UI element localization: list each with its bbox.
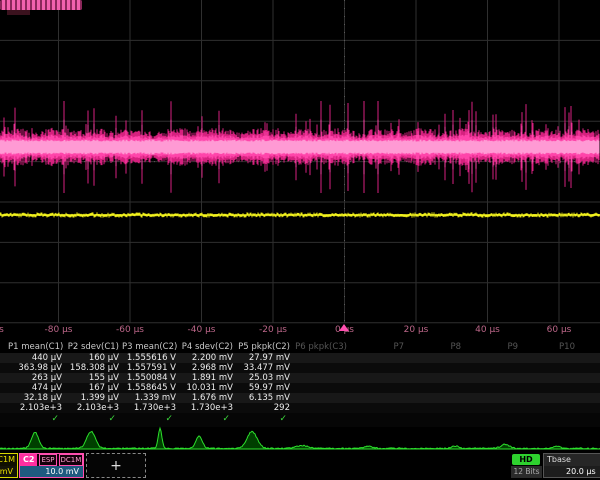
value-p4: 2.200 mV (179, 353, 236, 363)
measurement-table: P1 mean(C1) P2 sdev(C1) P3 mean(C2) P4 s… (0, 341, 600, 427)
header-p4[interactable]: P4 sdev(C2) (179, 341, 236, 353)
row-min: 263 µV 155 µV 1.550084 V 1.891 mV 25.03 … (0, 373, 600, 383)
mean-p4: 2.968 mV (179, 363, 236, 373)
channel-c2-descriptor[interactable]: C2 ESP DC1M 10.0 mV (19, 453, 84, 478)
sdev-p2: 1.399 µV (65, 393, 122, 403)
time-axis-label: 20 µs (404, 325, 429, 335)
header-p2[interactable]: P2 sdev(C1) (65, 341, 122, 353)
num-p3: 1.730e+3 (122, 403, 179, 413)
add-trace-button[interactable]: + (86, 453, 146, 478)
min-p2: 155 µV (65, 373, 122, 383)
c2-channel-chip: C2 (20, 454, 37, 466)
oscilloscope-screen: -100 µs-80 µs-60 µs-40 µs-20 µs0 µs20 µs… (0, 0, 600, 480)
c1-coupling: C1 DC1M (0, 454, 17, 466)
badge-smudge (7, 10, 30, 15)
sdev-p5: 6.135 mV (236, 393, 293, 403)
timebase-label: Tbase (544, 454, 600, 466)
header-p5[interactable]: P5 pkpk(C2) (236, 341, 293, 353)
sdev-p3: 1.339 mV (122, 393, 179, 403)
time-axis-label: -20 µs (259, 325, 287, 335)
row-max: 474 µV 167 µV 1.558645 V 10.031 mV 59.97… (0, 383, 600, 393)
mean-p1: 363.98 µV (8, 363, 65, 373)
max-p4: 10.031 mV (179, 383, 236, 393)
time-axis-label: 40 µs (475, 325, 500, 335)
sdev-p1: 32.18 µV (8, 393, 65, 403)
c2-scale: 10.0 mV (20, 466, 83, 477)
value-p2: 160 µV (65, 353, 122, 363)
time-axis-label: -40 µs (188, 325, 216, 335)
header-p11[interactable]: P (578, 341, 600, 353)
max-p1: 474 µV (8, 383, 65, 393)
min-p5: 25.03 mV (236, 373, 293, 383)
value-p1: 440 µV (8, 353, 65, 363)
num-p5: 292 (236, 403, 293, 413)
min-p4: 1.891 mV (179, 373, 236, 383)
row-value: 440 µV 160 µV 1.555616 V 2.200 mV 27.97 … (0, 353, 600, 363)
mean-p3: 1.557591 V (122, 363, 179, 373)
time-axis-label: -100 µs (0, 325, 4, 335)
value-p5: 27.97 mV (236, 353, 293, 363)
waveform-plot-area[interactable] (0, 0, 600, 324)
waveform-graticule (0, 0, 600, 324)
header-p8[interactable]: P8 (407, 341, 464, 353)
max-p2: 167 µV (65, 383, 122, 393)
sdev-p4: 1.676 mV (179, 393, 236, 403)
time-axis-label: -80 µs (45, 325, 73, 335)
num-p2: 2.103e+3 (65, 403, 122, 413)
header-p10[interactable]: P10 (521, 341, 578, 353)
time-axis-label: 60 µs (547, 325, 572, 335)
max-p3: 1.558645 V (122, 383, 179, 393)
trigger-position-marker[interactable] (339, 324, 349, 331)
row-sdev: 32.18 µV 1.399 µV 1.339 mV 1.676 mV 6.13… (0, 393, 600, 403)
timebase-descriptor[interactable]: Tbase 20.0 µs (543, 453, 600, 478)
mean-p2: 158.308 µV (65, 363, 122, 373)
badge-text (0, 0, 82, 10)
c2-coupling: DC1M (59, 454, 84, 466)
measure-header-row: P1 mean(C1) P2 sdev(C1) P3 mean(C2) P4 s… (0, 341, 600, 353)
timebase-scale: 20.0 µs (544, 466, 600, 477)
channel-c1-descriptor[interactable]: C1 DC1M 0 mV (0, 453, 18, 478)
hd-mode-chip[interactable]: HD (512, 454, 540, 465)
plus-icon: + (110, 458, 122, 474)
header-p7[interactable]: P7 (350, 341, 407, 353)
min-p1: 263 µV (8, 373, 65, 383)
min-p3: 1.550084 V (122, 373, 179, 383)
num-p4: 1.730e+3 (179, 403, 236, 413)
header-p6[interactable]: P6 pkpk(C3) (293, 341, 350, 353)
annotation-badge (0, 0, 82, 10)
c2-tag-esp: ESP (39, 454, 56, 466)
histogram-trace[interactable] (0, 425, 600, 453)
header-p1[interactable]: P1 mean(C1) (8, 341, 65, 353)
time-axis: -100 µs-80 µs-60 µs-40 µs-20 µs0 µs20 µs… (0, 323, 600, 339)
mean-p5: 33.477 mV (236, 363, 293, 373)
value-p3: 1.555616 V (122, 353, 179, 363)
row-num: 2.103e+3 2.103e+3 1.730e+3 1.730e+3 292 (0, 403, 600, 413)
time-axis-label: -60 µs (116, 325, 144, 335)
hd-bits-label: 12 Bits (511, 466, 542, 478)
num-p1: 2.103e+3 (8, 403, 65, 413)
header-p3[interactable]: P3 mean(C2) (122, 341, 179, 353)
row-mean: 363.98 µV 158.308 µV 1.557591 V 2.968 mV… (0, 363, 600, 373)
header-p9[interactable]: P9 (464, 341, 521, 353)
c1-scale: 0 mV (0, 466, 17, 477)
max-p5: 59.97 mV (236, 383, 293, 393)
